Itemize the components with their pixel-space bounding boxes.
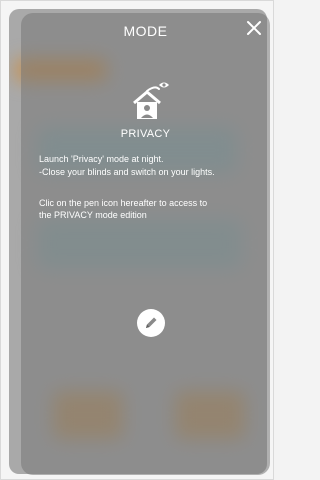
description-line: the PRIVACY mode edition: [39, 210, 147, 220]
mode-modal: MODE PRIVACY Launch 'Privacy' mode at ni…: [21, 13, 270, 475]
close-icon[interactable]: [244, 18, 264, 38]
modal-title: MODE: [123, 23, 168, 39]
house-privacy-icon: [129, 77, 173, 123]
description-line: -Close your blinds and switch on your li…: [39, 167, 215, 177]
description-line: Launch 'Privacy' mode at night.: [39, 154, 164, 164]
mode-name: PRIVACY: [120, 128, 171, 140]
pen-icon: [146, 317, 157, 328]
description-line: Clic on the pen icon hereafter to access…: [39, 198, 208, 208]
screen-frame: MODE PRIVACY Launch 'Privacy' mode at ni…: [0, 0, 274, 480]
edit-mode-button[interactable]: [137, 309, 165, 337]
